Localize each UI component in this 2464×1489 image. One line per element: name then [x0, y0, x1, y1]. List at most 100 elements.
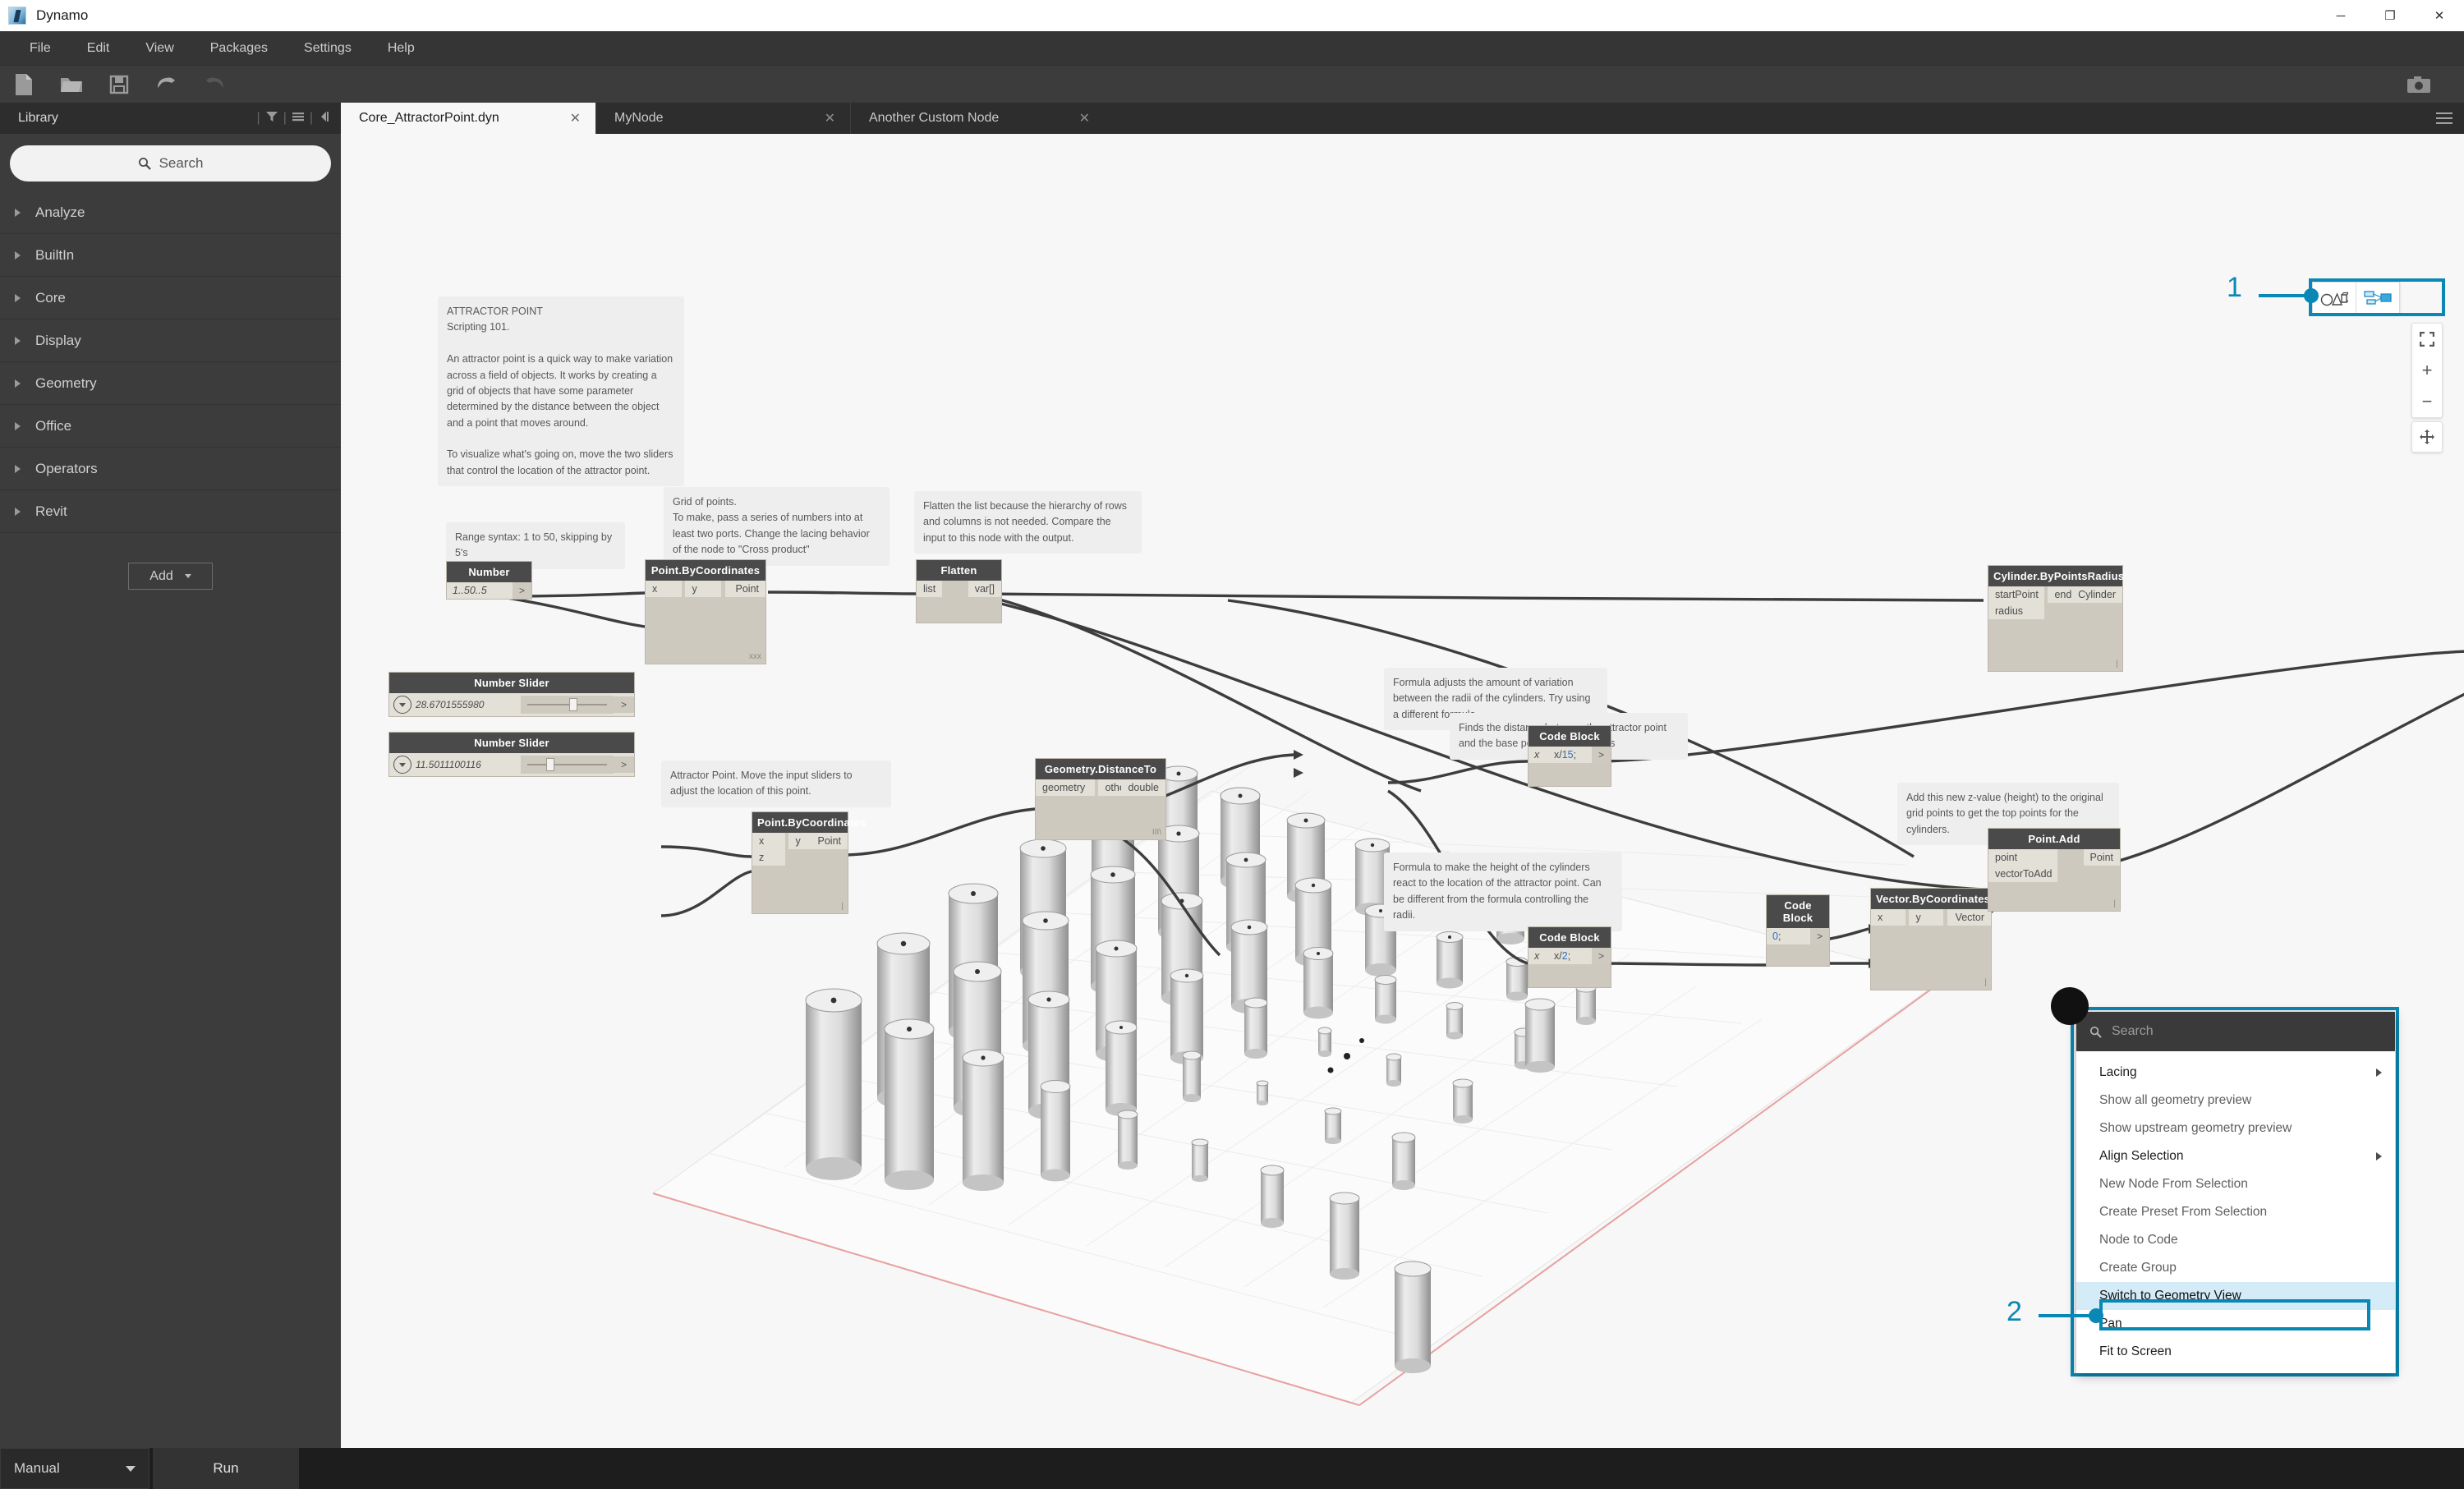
- maximize-button[interactable]: ❐: [2365, 0, 2415, 31]
- sidebar-item-core[interactable]: Core: [0, 277, 341, 319]
- menu-item-node-to-code[interactable]: Node to Code: [2076, 1226, 2395, 1254]
- code-block-expression[interactable]: 0;: [1767, 928, 1810, 944]
- zoom-in-button[interactable]: +: [2412, 355, 2442, 386]
- menu-help[interactable]: Help: [370, 31, 433, 66]
- sidebar-item-operators[interactable]: Operators: [0, 448, 341, 490]
- note-attractor-point[interactable]: ATTRACTOR POINT Scripting 101. An attrac…: [438, 296, 684, 487]
- menu-item-show-upstream-geometry-preview[interactable]: Show upstream geometry preview: [2076, 1114, 2395, 1142]
- filter-icon[interactable]: [265, 110, 278, 127]
- node-code-block-radius[interactable]: Code Block x x/15; >: [1528, 725, 1611, 787]
- menu-item-create-preset-from-selection[interactable]: Create Preset From Selection: [2076, 1198, 2395, 1226]
- port-point[interactable]: Point: [811, 833, 848, 849]
- tab-mynode[interactable]: MyNode ✕: [595, 103, 850, 134]
- redo-icon[interactable]: [191, 66, 238, 103]
- chevron-right-icon[interactable]: >: [1591, 747, 1611, 763]
- save-icon[interactable]: [95, 66, 143, 103]
- slider-settings-icon[interactable]: [393, 756, 411, 774]
- port-list[interactable]: list: [917, 581, 943, 597]
- undo-icon[interactable]: [143, 66, 191, 103]
- port-y[interactable]: y: [685, 581, 722, 597]
- tab-core-attractorpoint[interactable]: Core_AttractorPoint.dyn ✕: [341, 103, 595, 134]
- note-flatten[interactable]: Flatten the list because the hierarchy o…: [914, 491, 1142, 554]
- node-point-by-coordinates-grid[interactable]: Point.ByCoordinates x y z Point xxx: [645, 559, 766, 664]
- close-button[interactable]: ✕: [2415, 0, 2464, 31]
- sidebar-item-revit[interactable]: Revit: [0, 490, 341, 533]
- menu-item-show-all-geometry-preview[interactable]: Show all geometry preview: [2076, 1087, 2395, 1114]
- fit-to-screen-icon[interactable]: [2412, 324, 2442, 355]
- chevron-right-icon[interactable]: >: [1591, 948, 1611, 964]
- port-vectortoadd[interactable]: vectorToAdd: [1988, 866, 2057, 882]
- slider-track-x[interactable]: [521, 696, 614, 714]
- chevron-right-icon[interactable]: >: [1809, 928, 1829, 944]
- tab-another-custom-node[interactable]: Another Custom Node ✕: [850, 103, 1105, 134]
- list-view-icon[interactable]: [292, 110, 305, 127]
- zoom-out-button[interactable]: −: [2412, 386, 2442, 417]
- library-search-input[interactable]: Search: [10, 145, 331, 182]
- port-startpoint[interactable]: startPoint: [1988, 586, 2044, 603]
- workspace-menu-icon[interactable]: [2425, 103, 2464, 134]
- collapse-panel-icon[interactable]: [318, 110, 331, 127]
- menu-item-create-group[interactable]: Create Group: [2076, 1254, 2395, 1282]
- port-geometry[interactable]: geometry: [1036, 779, 1095, 796]
- port-x[interactable]: x: [646, 581, 682, 597]
- new-file-icon[interactable]: [0, 66, 48, 103]
- slider-value-x[interactable]: 28.6701555980: [416, 699, 521, 710]
- node-code-block-height[interactable]: Code Block x x/2; >: [1528, 926, 1611, 988]
- menu-edit[interactable]: Edit: [69, 31, 128, 66]
- note-formula-height[interactable]: Formula to make the height of the cylind…: [1384, 852, 1622, 931]
- slider-track-y[interactable]: [521, 756, 614, 774]
- menu-item-align-selection[interactable]: Align Selection: [2076, 1142, 2395, 1170]
- menu-file[interactable]: File: [11, 31, 69, 66]
- port-radius[interactable]: radius: [1988, 603, 2044, 619]
- port-var[interactable]: var[]: [968, 581, 1001, 597]
- sidebar-item-office[interactable]: Office: [0, 405, 341, 448]
- menu-item-new-node-from-selection[interactable]: New Node From Selection: [2076, 1170, 2395, 1198]
- zoom-controls[interactable]: + −: [2411, 323, 2443, 418]
- node-vector-by-coordinates[interactable]: Vector.ByCoordinates x y z Vector |: [1870, 888, 1992, 990]
- port-point-out[interactable]: Point: [2083, 849, 2120, 866]
- sidebar-item-geometry[interactable]: Geometry: [0, 362, 341, 405]
- node-cylinder-by-points-radius[interactable]: Cylinder.ByPointsRadius startPoint endPo…: [1988, 565, 2124, 672]
- screenshot-camera-icon[interactable]: [2395, 66, 2443, 103]
- port-x[interactable]: x: [752, 833, 785, 849]
- node-flatten[interactable]: Flatten list var[]: [916, 559, 1002, 623]
- node-number[interactable]: Number 1..50..5 >: [446, 561, 532, 600]
- close-icon[interactable]: ✕: [570, 110, 581, 126]
- slider-settings-icon[interactable]: [393, 696, 411, 714]
- note-grid-of-points[interactable]: Grid of points. To make, pass a series o…: [664, 487, 890, 566]
- slider-value-y[interactable]: 11.5011100116: [416, 759, 521, 770]
- code-block-expression[interactable]: x/2;: [1548, 948, 1592, 964]
- menu-settings[interactable]: Settings: [286, 31, 370, 66]
- sidebar-item-builtin[interactable]: BuiltIn: [0, 234, 341, 277]
- node-number-slider-x[interactable]: Number Slider 28.6701555980 >: [388, 672, 635, 717]
- run-mode-dropdown[interactable]: Manual: [0, 1448, 149, 1489]
- node-point-add[interactable]: Point.Add point vectorToAdd Point |: [1988, 828, 2121, 912]
- node-code-block-zero[interactable]: Code Block 0; >: [1766, 894, 1830, 967]
- open-folder-icon[interactable]: [48, 66, 95, 103]
- port-cylinder[interactable]: Cylinder: [2071, 586, 2122, 603]
- node-point-by-coordinates-attractor[interactable]: Point.ByCoordinates x y z Point |: [752, 811, 866, 914]
- chevron-right-icon[interactable]: >: [512, 582, 531, 599]
- add-button[interactable]: Add: [128, 563, 213, 590]
- context-menu-search[interactable]: Search: [2076, 1012, 2395, 1051]
- note-attractor-slider[interactable]: Attractor Point. Move the input sliders …: [661, 761, 891, 807]
- port-x[interactable]: x: [1529, 948, 1548, 964]
- port-vector[interactable]: Vector: [1948, 909, 1991, 926]
- port-point[interactable]: Point: [729, 581, 765, 597]
- number-value[interactable]: 1..50..5: [447, 582, 513, 599]
- chevron-right-icon[interactable]: >: [613, 696, 634, 713]
- pan-button[interactable]: [2411, 421, 2443, 453]
- port-y[interactable]: y: [1909, 909, 1944, 926]
- sidebar-item-display[interactable]: Display: [0, 319, 341, 362]
- run-button[interactable]: Run: [153, 1448, 299, 1489]
- chevron-right-icon[interactable]: >: [613, 756, 634, 773]
- node-geometry-distance-to[interactable]: Geometry.DistanceTo geometry other doubl…: [1035, 758, 1166, 840]
- node-number-slider-y[interactable]: Number Slider 11.5011100116 >: [388, 732, 635, 777]
- close-icon[interactable]: ✕: [1079, 110, 1090, 126]
- port-x[interactable]: x: [1871, 909, 1905, 926]
- minimize-button[interactable]: ─: [2316, 0, 2365, 31]
- menu-item-fit-to-screen[interactable]: Fit to Screen: [2076, 1338, 2395, 1366]
- menu-view[interactable]: View: [127, 31, 191, 66]
- code-block-expression[interactable]: x/15;: [1548, 747, 1592, 763]
- port-point[interactable]: point: [1988, 849, 2057, 866]
